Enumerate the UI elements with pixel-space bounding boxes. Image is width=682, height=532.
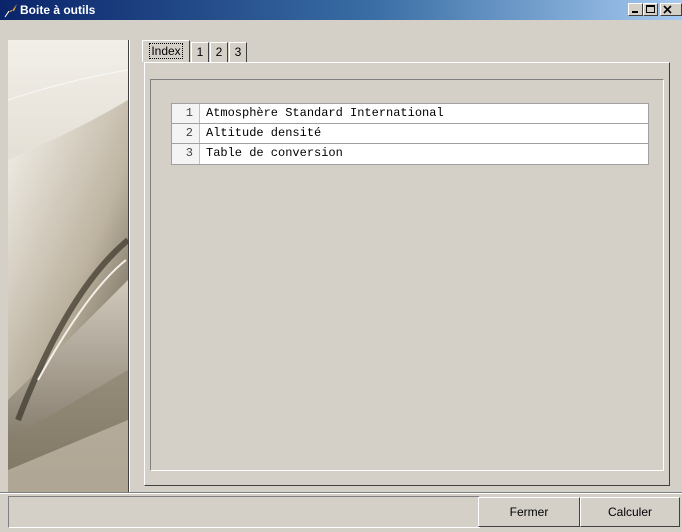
- compute-button[interactable]: Calculer: [580, 497, 680, 527]
- tab-1-label: 1: [196, 45, 204, 59]
- list-item-label: Altitude densité: [206, 126, 322, 140]
- close-button[interactable]: [660, 3, 682, 16]
- tab-3[interactable]: 3: [229, 42, 247, 62]
- minimize-button[interactable]: [628, 3, 643, 16]
- tab-2[interactable]: 2: [210, 42, 228, 62]
- list-item-label: Table de conversion: [206, 146, 343, 160]
- maximize-button[interactable]: [643, 3, 658, 16]
- tab-3-label: 3: [234, 45, 242, 59]
- list-item-number: 2: [172, 124, 200, 143]
- close-icon: [663, 5, 672, 14]
- footer-separator-highlight: [0, 493, 682, 494]
- title-bar[interactable]: Boite à outils: [0, 0, 682, 20]
- feather-icon: [3, 2, 19, 18]
- list-item[interactable]: 2 Altitude densité: [172, 124, 648, 144]
- aircraft-side-image: [8, 40, 128, 492]
- status-bar: [8, 496, 480, 528]
- maximize-icon: [646, 5, 655, 13]
- list-item[interactable]: 3 Table de conversion: [172, 144, 648, 164]
- panel-divider-highlight: [129, 40, 130, 492]
- tab-index-label: Index: [149, 43, 183, 59]
- list-item-label: Atmosphère Standard International: [206, 106, 444, 120]
- tab-1[interactable]: 1: [191, 42, 209, 62]
- close-dialog-button[interactable]: Fermer: [478, 497, 580, 527]
- index-list: 1 Atmosphère Standard International 2 Al…: [171, 103, 649, 165]
- list-item-number: 3: [172, 144, 200, 164]
- tab-index[interactable]: Index: [142, 40, 190, 62]
- list-item[interactable]: 1 Atmosphère Standard International: [172, 104, 648, 124]
- minimize-icon: [632, 11, 638, 13]
- list-item-number: 1: [172, 104, 200, 123]
- tab-2-label: 2: [215, 45, 223, 59]
- window-title: Boite à outils: [20, 3, 96, 17]
